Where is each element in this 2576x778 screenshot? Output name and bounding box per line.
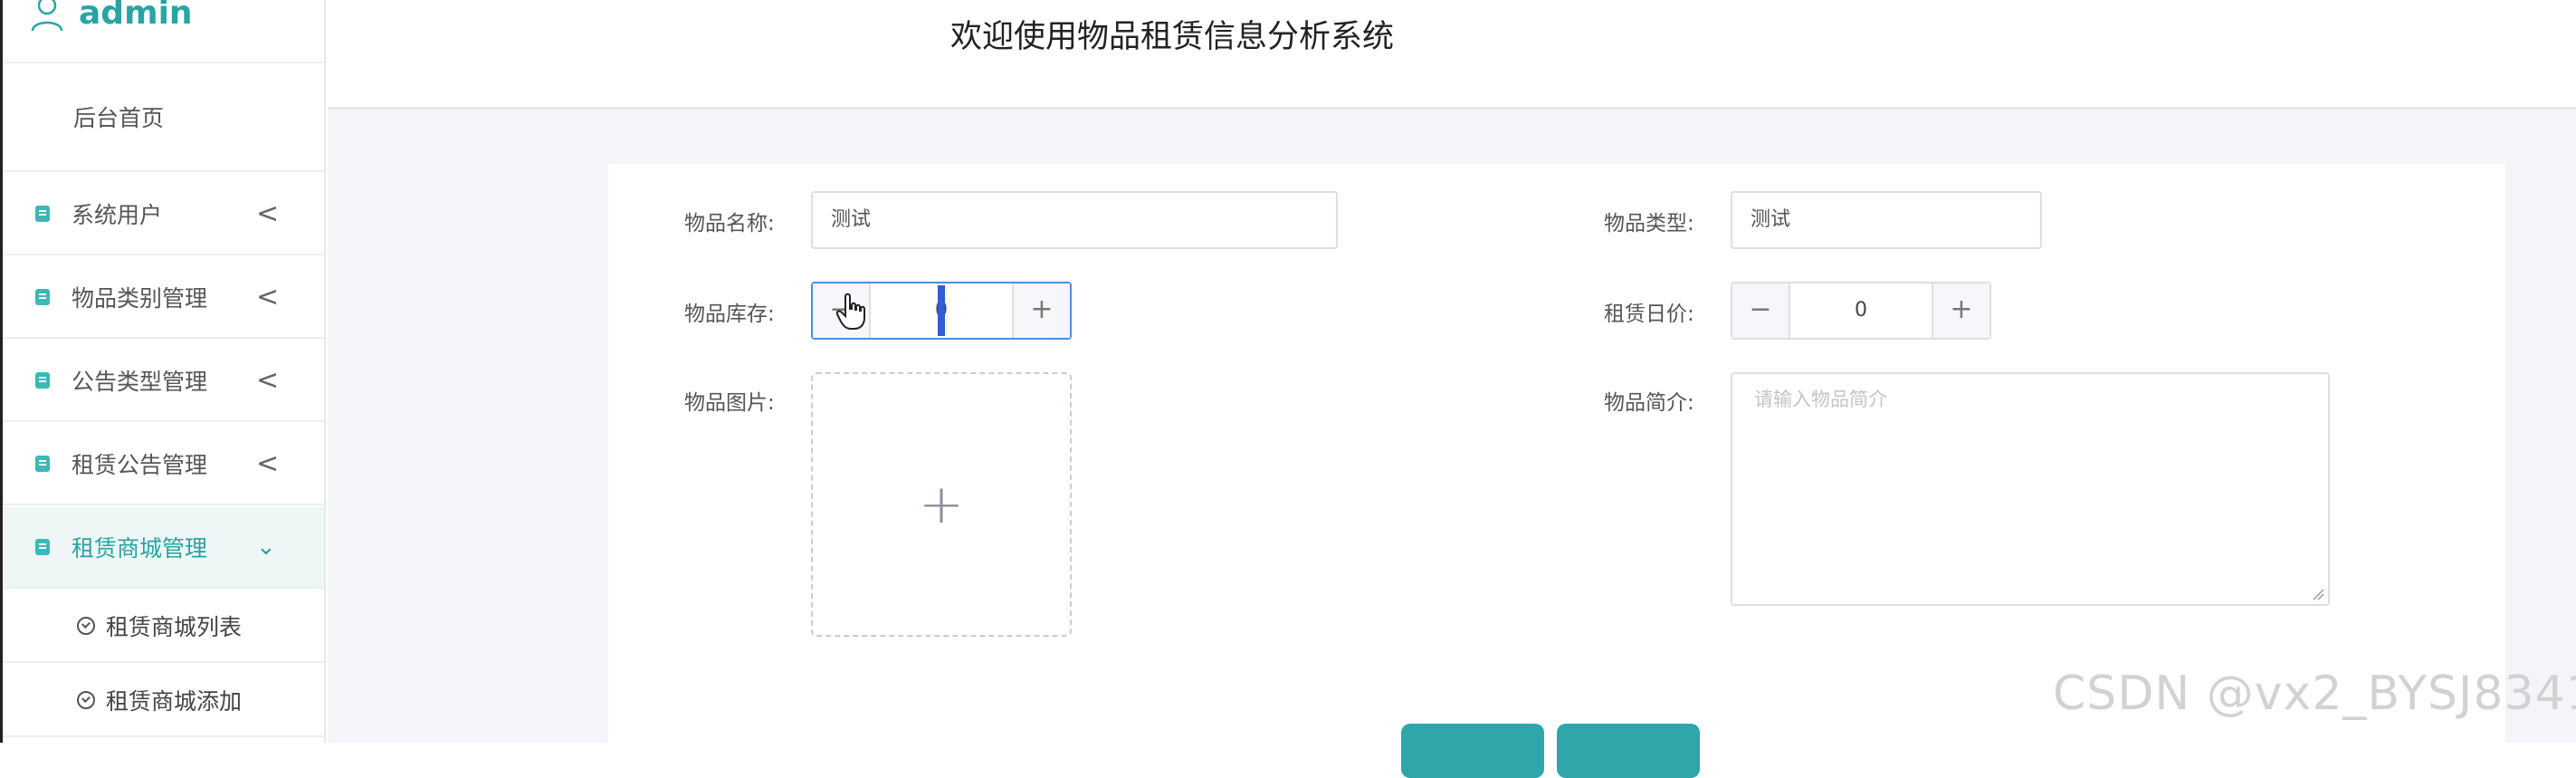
sidebar-item-home[interactable]: 后台首页 <box>3 63 324 172</box>
item-name-input[interactable]: 测试 <box>811 191 1338 249</box>
sidebar-item-item-category[interactable]: 物品类别管理 < <box>3 257 324 339</box>
brand-username: admin <box>79 0 193 32</box>
daily-price-stepper[interactable]: − 0 + <box>1731 282 1991 340</box>
chevron-down-icon: ⌄ <box>256 533 276 561</box>
chevron-left-icon: < <box>256 364 280 397</box>
sidebar-item-label: 后台首页 <box>73 105 165 131</box>
plus-icon: + <box>918 473 965 536</box>
hand-cursor-icon <box>836 293 865 330</box>
top-header: 欢迎使用物品租赁信息分析系统 <box>326 0 2576 107</box>
item-type-label: 物品类型: <box>1604 212 1694 235</box>
sidebar-subitem-mall-add[interactable]: 租赁商城添加 <box>3 665 324 737</box>
sidebar-item-rental-notice[interactable]: 租赁公告管理 < <box>3 424 324 505</box>
chevron-left-icon: < <box>256 197 280 230</box>
doc-icon <box>35 456 50 472</box>
item-stock-label: 物品库存: <box>684 303 775 326</box>
intro-placeholder: 请输入物品简介 <box>1754 389 1887 410</box>
resize-grip-icon[interactable] <box>2310 586 2324 600</box>
sidebar-item-label: 租赁商城管理 <box>72 535 208 562</box>
sidebar-item-label: 公告类型管理 <box>72 369 208 395</box>
cancel-button[interactable] <box>1557 724 1700 778</box>
submit-button[interactable] <box>1401 724 1544 778</box>
sidebar-item-label: 物品类别管理 <box>72 285 208 312</box>
check-circle-icon <box>77 691 95 709</box>
doc-icon <box>35 289 50 305</box>
chevron-left-icon: < <box>256 447 280 480</box>
brand: admin <box>3 0 324 63</box>
price-decrement-button[interactable]: − <box>1732 283 1790 338</box>
sidebar-item-label: 系统用户 <box>72 202 163 228</box>
price-increment-button[interactable]: + <box>1932 283 1989 338</box>
item-name-label: 物品名称: <box>684 212 775 235</box>
daily-price-label: 租赁日价: <box>1604 303 1694 326</box>
sidebar-subitem-label: 租赁商城列表 <box>106 614 243 640</box>
doc-icon <box>35 539 50 555</box>
chevron-left-icon: < <box>256 281 280 313</box>
item-intro-textarea[interactable]: 请输入物品简介 <box>1731 372 2330 606</box>
sidebar-item-notice-type[interactable]: 公告类型管理 < <box>3 341 324 422</box>
stock-increment-button[interactable]: + <box>1012 283 1070 338</box>
app-frame: admin 后台首页 系统用户 < 物品类别管理 < 公告类型管理 < 租赁公告… <box>0 0 2576 778</box>
watermark: CSDN @vx2_BYSJ8341 <box>2053 667 2576 721</box>
sidebar-subitem-mall-list[interactable]: 租赁商城列表 <box>3 591 324 663</box>
sidebar-item-label: 租赁公告管理 <box>72 452 208 478</box>
price-value[interactable]: 0 <box>1790 283 1932 338</box>
text-caret <box>938 285 945 336</box>
user-icon <box>31 0 63 32</box>
sidebar: admin 后台首页 系统用户 < 物品类别管理 < 公告类型管理 < 租赁公告… <box>3 0 326 743</box>
doc-icon <box>35 206 50 222</box>
image-upload[interactable]: + <box>811 372 1072 637</box>
doc-icon <box>35 372 50 389</box>
main-content: 物品名称: 测试 物品类型: 测试 物品库存: − 0 + 租赁日价: − 0 … <box>328 107 2576 778</box>
sidebar-item-users[interactable]: 系统用户 < <box>3 174 324 255</box>
item-intro-label: 物品简介: <box>1604 391 1694 415</box>
sidebar-subitem-label: 租赁商城添加 <box>106 688 243 715</box>
page-title: 欢迎使用物品租赁信息分析系统 <box>950 19 1395 55</box>
form-card: 物品名称: 测试 物品类型: 测试 物品库存: − 0 + 租赁日价: − 0 … <box>608 164 2505 778</box>
sidebar-item-rental-mall[interactable]: 租赁商城管理 ⌄ <box>3 507 324 589</box>
item-type-select[interactable]: 测试 <box>1731 191 2042 249</box>
item-image-label: 物品图片: <box>684 391 775 415</box>
check-circle-icon <box>77 617 95 635</box>
